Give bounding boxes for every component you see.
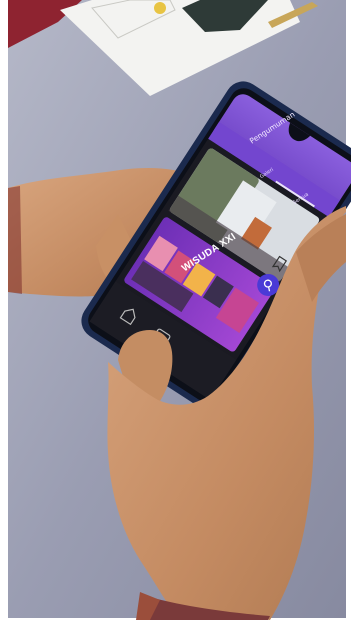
photo-illustration xyxy=(0,0,351,620)
photo-scene: Pengumuman Galeri Semua WISUDA XXI xyxy=(0,0,351,620)
